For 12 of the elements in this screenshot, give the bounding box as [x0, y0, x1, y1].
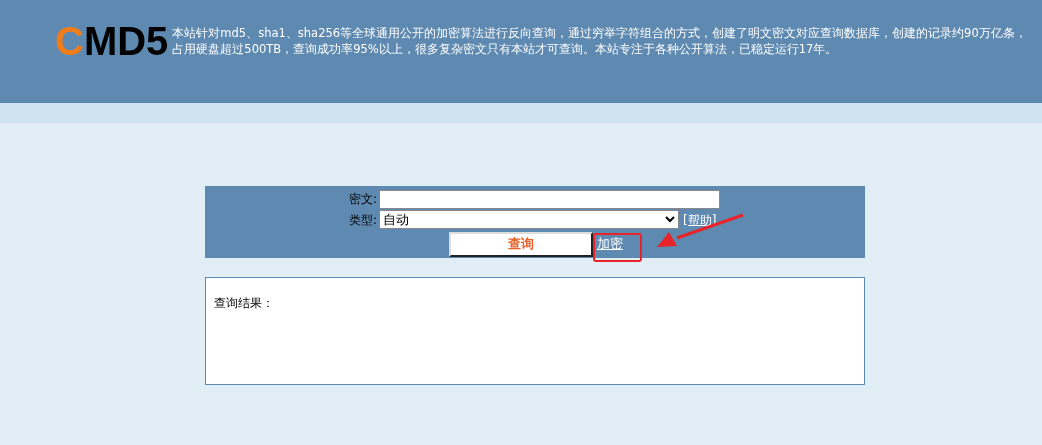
logo: CMD5 — [55, 19, 169, 63]
field-label: 密文: — [347, 191, 378, 208]
chevron-down-icon — [665, 216, 675, 223]
result-label: 查询结果： — [214, 296, 274, 310]
field-label: 类型: — [347, 211, 378, 229]
encrypt-link[interactable]: 加密 — [597, 234, 623, 254]
type-select[interactable]: 自动 — [379, 210, 679, 229]
query-button[interactable]: 查询 — [449, 231, 593, 257]
ciphertext-field[interactable] — [379, 189, 720, 209]
highlight-frame — [593, 233, 642, 262]
intro-text: 本站针对md5、sha1、sha256等全球通用公开的加密算法进行反向查询，通过穷举字符组合的方式，创建了明文密文对应查询数据库，创建的记录约90万亿条， — [172, 25, 1027, 41]
intro-text: 占用硬盘超过500TB，查询成功率95%以上，很多复杂密文只有本站才可查询。本站专注于各种公开算法，已稳定运行17年。 — [172, 41, 839, 57]
